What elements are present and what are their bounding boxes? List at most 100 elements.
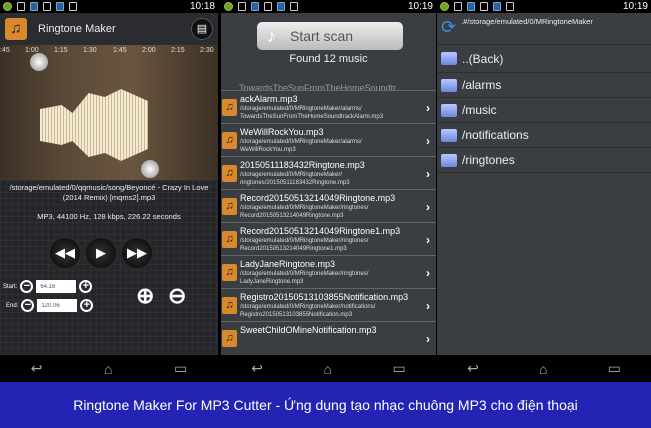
- folder-label: /ringtones: [462, 153, 515, 167]
- music-note-icon: ♪: [267, 25, 276, 46]
- item-name: ackAlarm.mp3: [240, 94, 298, 104]
- item-path: /storage/emulated/0/MRingtoneMaker/ ring…: [240, 172, 350, 186]
- status-bar: 10:19: [437, 0, 651, 13]
- refresh-icon[interactable]: ⟳: [441, 17, 456, 38]
- found-count: Found 12 music: [289, 53, 368, 65]
- item-path: /storage/emulated/0/MRingtoneMaker/alarm…: [240, 106, 384, 120]
- item-path: /storage/emulated/0/MRingtoneMaker/ringt…: [240, 271, 369, 285]
- save-button[interactable]: ▤: [191, 18, 213, 40]
- tick: 1:15: [54, 47, 68, 54]
- start-input[interactable]: [36, 280, 77, 293]
- folder-icon: [441, 103, 457, 117]
- start-minus-button[interactable]: −: [20, 280, 34, 293]
- item-path: /storage/emulated/0/MRingtoneMaker/alarm…: [240, 139, 362, 153]
- end-input[interactable]: [37, 299, 78, 312]
- app-title: Ringtone Maker: [38, 23, 116, 35]
- chevron-right-icon: ›: [426, 332, 430, 346]
- music-note-icon: ♫: [222, 132, 237, 149]
- back-icon[interactable]: ↩: [31, 360, 43, 377]
- tick: 1:30: [83, 47, 97, 54]
- item-path: /storage/emulated/0/MRingtoneMaker/notif…: [240, 304, 376, 318]
- recent-apps-icon[interactable]: ▭: [392, 360, 405, 377]
- clock: 10:19: [407, 1, 433, 12]
- caption-banner: Ringtone Maker For MP3 Cutter - Ứng dụng…: [0, 382, 651, 428]
- home-icon[interactable]: ⌂: [539, 361, 547, 377]
- back-icon[interactable]: ↩: [251, 360, 263, 377]
- item-path: /storage/emulated/0/MRingtoneMaker/ringt…: [240, 205, 369, 219]
- start-scan-label: Start scan: [290, 28, 354, 44]
- folder-item[interactable]: /music: [437, 98, 651, 123]
- music-list-item[interactable]: ♫ Registro20150513103855Notification.mp3 /…: [221, 288, 436, 321]
- back-icon[interactable]: ↩: [467, 360, 479, 377]
- chevron-right-icon: ›: [426, 266, 430, 280]
- forward-button[interactable]: ▶▶: [120, 236, 154, 270]
- current-path: .#/storage/emulated/0/MRingtoneMaker: [461, 17, 593, 26]
- tick: :45: [0, 47, 10, 54]
- item-name: Registro20150513103855Notification.mp3: [240, 292, 409, 302]
- folder-icon: [441, 78, 457, 92]
- start-scan-button[interactable]: ♪ Start scan: [257, 22, 403, 50]
- nav-bar: ↩ ⌂ ▭: [437, 355, 651, 382]
- chevron-right-icon: ›: [426, 200, 430, 214]
- music-list-item[interactable]: ♫ 20150511183432Ringtone.mp3/storage/emul…: [221, 156, 436, 189]
- home-icon[interactable]: ⌂: [324, 361, 332, 377]
- tick: 2:30: [200, 47, 214, 54]
- nav-bar: ↩ ⌂ ▭: [221, 355, 436, 382]
- recent-apps-icon[interactable]: ▭: [608, 360, 621, 377]
- music-list-item[interactable]: ♫ Record20150513214049Ringtone.mp3/storag…: [221, 189, 436, 222]
- folder-label: /notifications: [462, 128, 529, 142]
- music-list[interactable]: ♫ ackAlarm.mp3/storage/emulated/0/MRingto…: [221, 90, 436, 354]
- folder-label: ..(Back): [462, 51, 504, 66]
- app-header: ♫ Ringtone Maker ▤: [0, 13, 218, 45]
- home-icon[interactable]: ⌂: [104, 361, 112, 377]
- folder-item[interactable]: /alarms: [437, 73, 651, 98]
- end-minus-button[interactable]: −: [21, 299, 35, 312]
- selected-region: [40, 89, 148, 161]
- music-note-icon: ♫: [222, 231, 237, 248]
- chevron-right-icon: ›: [426, 299, 430, 313]
- music-list-item[interactable]: ♫ ackAlarm.mp3/storage/emulated/0/MRingto…: [221, 90, 436, 123]
- music-note-icon: ♫: [5, 18, 27, 40]
- clock: 10:18: [189, 1, 215, 12]
- tick: 2:00: [142, 47, 156, 54]
- chevron-right-icon: ›: [426, 101, 430, 115]
- music-list-item[interactable]: ♫ LadyJaneRingtone.mp3/storage/emulated/0…: [221, 255, 436, 288]
- status-bar: 10:18: [0, 0, 218, 13]
- zoom-in-icon[interactable]: ⊕: [136, 283, 154, 309]
- end-plus-button[interactable]: +: [80, 299, 94, 312]
- waveform[interactable]: :45 1:00 1:15 1:30 1:45 2:00 2:15 2:30: [0, 45, 218, 180]
- back-folder-icon: [441, 52, 457, 65]
- start-label: Start:: [3, 283, 18, 290]
- rewind-button[interactable]: ◀◀: [48, 236, 82, 270]
- zoom-out-icon[interactable]: ⊖: [168, 283, 186, 309]
- play-button[interactable]: ▶: [84, 236, 118, 270]
- item-name: Record20150513214049Ringtone.mp3: [240, 193, 396, 203]
- start-plus-button[interactable]: +: [79, 280, 93, 293]
- scan-screen: 10:19 ♪ Start scan Found 12 music Towards…: [221, 0, 436, 382]
- folder-back[interactable]: ..(Back): [437, 45, 651, 73]
- item-name: 20150511183432Ringtone.mp3: [240, 160, 365, 170]
- clock: 10:19: [622, 1, 648, 12]
- music-list-item[interactable]: ♫ WeWillRockYou.mp3/storage/emulated/0/MR…: [221, 123, 436, 156]
- editor-screen: 10:18 ♫ Ringtone Maker ▤ :45 1:00 1:15 1…: [0, 0, 218, 382]
- music-note-icon: ♫: [222, 264, 237, 281]
- folder-item[interactable]: /ringtones: [437, 148, 651, 173]
- music-note-icon: ♫: [222, 297, 237, 314]
- file-info: MP3, 44100 Hz, 128 kbps, 226.22 seconds: [37, 212, 181, 221]
- file-path: /storage/emulated/0/qqmusic/song/Beyoncé…: [9, 183, 209, 202]
- start-marker[interactable]: [30, 53, 48, 71]
- folder-label: /music: [462, 103, 497, 117]
- item-path: /storage/emulated/0/MRingtoneMaker/ringt…: [240, 238, 369, 252]
- music-list-item[interactable]: ♫ SweetChildOMineNotification.mp3 ›: [221, 321, 436, 354]
- music-note-icon: ♫: [222, 99, 237, 116]
- folder-item[interactable]: /notifications: [437, 123, 651, 148]
- music-list-item[interactable]: ♫ Record20150513214049Ringtone1.mp3/stora…: [221, 222, 436, 255]
- music-note-icon: ♫: [222, 165, 237, 182]
- chevron-right-icon: ›: [426, 233, 430, 247]
- tick: 1:45: [113, 47, 127, 54]
- music-note-icon: ♫: [222, 198, 237, 215]
- recent-apps-icon[interactable]: ▭: [174, 360, 187, 377]
- folder-icon: [441, 128, 457, 142]
- end-marker[interactable]: [141, 160, 159, 178]
- chevron-right-icon: ›: [426, 167, 430, 181]
